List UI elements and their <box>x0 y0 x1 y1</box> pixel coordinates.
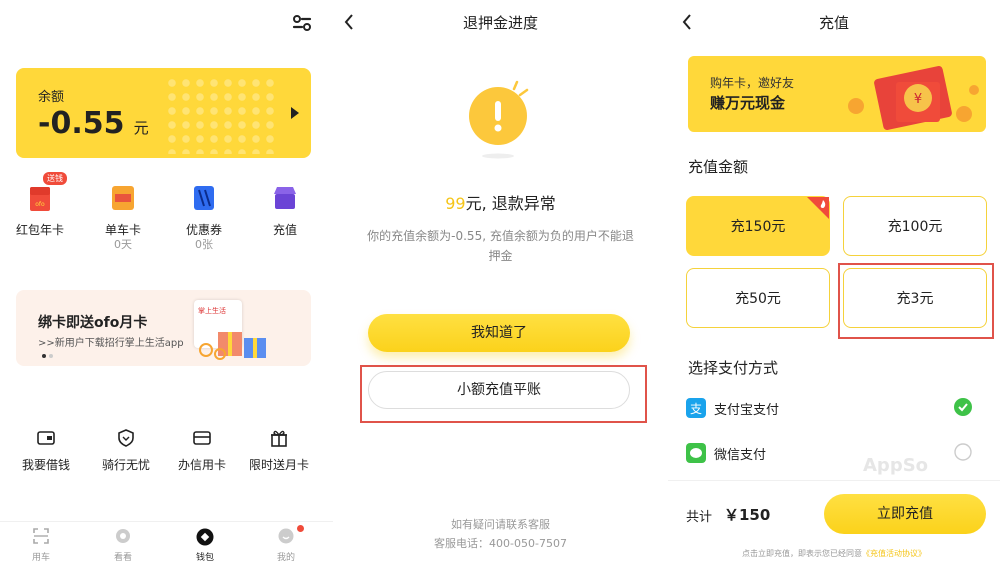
scan-icon <box>33 528 49 544</box>
gift-badge: 送钱 <box>43 172 67 185</box>
amount-option-150[interactable]: 充150元 <box>686 196 830 256</box>
red-envelope-illustration: ¥ <box>848 66 979 130</box>
action-borrow[interactable]: 我要借钱 <box>16 428 76 476</box>
action-label: 骑行无忧 <box>101 458 150 472</box>
pay-option-alipay[interactable]: 支 支付宝支付 <box>686 396 986 420</box>
divider <box>668 480 1000 481</box>
carousel-dot <box>49 354 53 358</box>
recharge-screen: 充值 购年卡，邀好友 赚万元现金 ¥ 充值金额 充150元 充100元 充50元… <box>668 0 1000 568</box>
pay-heading: 选择支付方式 <box>688 359 779 377</box>
shield-icon <box>118 429 134 447</box>
warning-icon <box>469 80 529 159</box>
page-title: 退押金进度 <box>462 14 538 32</box>
gift-boxes-illustration <box>199 332 266 360</box>
carousel-dot-active <box>42 354 46 358</box>
svg-text:¥: ¥ <box>914 92 922 107</box>
red-packet-icon: ofo <box>30 187 50 211</box>
tile-bike-card[interactable]: 单车卡 0天 <box>93 176 153 254</box>
notification-dot <box>297 525 304 532</box>
banner-line2: 赚万元现金 <box>710 94 786 112</box>
refund-status: 99元, 退款异常 <box>334 190 667 214</box>
page-title: 充值 <box>818 14 849 32</box>
refund-amount: 99 <box>445 194 466 213</box>
tile-label: 红包年卡 <box>15 223 64 237</box>
wallet-nav-icon <box>196 528 214 546</box>
tile-red-packet-card[interactable]: 送钱 ofo 红包年卡 <box>10 172 70 254</box>
chevron-right-icon <box>291 107 299 119</box>
wallet-screen: 余额 -0.55 元 送钱 ofo 红包年卡 单车卡 0天 优惠券 0张 充值 … <box>0 0 333 568</box>
nav-ride[interactable]: 用车 <box>21 528 61 564</box>
tile-recharge[interactable]: 充值 <box>255 176 315 254</box>
eye-icon <box>116 529 130 543</box>
banner-title: 绑卡即送ofo月卡 <box>38 315 148 331</box>
tile-sub: 0张 <box>195 238 213 251</box>
pay-label: 支付宝支付 <box>714 403 780 418</box>
nav-wallet[interactable]: 钱包 <box>185 528 225 564</box>
balance-value: -0.55 <box>38 106 125 141</box>
svg-text:支: 支 <box>690 402 702 416</box>
total-label: 共计 <box>686 510 713 525</box>
alipay-icon: 支 <box>686 398 706 418</box>
smile-icon <box>278 528 294 544</box>
gift-icon <box>271 430 287 447</box>
total-value: ￥150 <box>724 506 771 524</box>
action-ride-insurance[interactable]: 骑行无忧 <box>96 428 156 476</box>
bike-card-icon <box>112 186 134 210</box>
radio-unchecked-icon <box>954 443 972 461</box>
balance-label: 余额 <box>38 90 65 105</box>
pay-label: 微信支付 <box>714 448 767 463</box>
check-icon <box>954 398 972 416</box>
shop-icon <box>274 187 296 209</box>
nav-discover[interactable]: 看看 <box>103 528 143 564</box>
amount-option-100[interactable]: 充100元 <box>843 196 987 256</box>
credit-card-icon <box>193 431 211 445</box>
pay-option-wechat[interactable]: 微信支付 <box>686 441 986 465</box>
help-text: 如有疑问请联系客服 <box>451 518 550 531</box>
banner-line1: 购年卡，邀好友 <box>710 76 795 90</box>
promo-banner[interactable]: 购年卡，邀好友 赚万元现金 ¥ <box>688 56 986 132</box>
action-monthly-gift[interactable]: 限时送月卡 <box>249 428 309 476</box>
refund-screen: 退押金进度 99元, 退款异常 你的充值余额为-0.55, 充值余额为负的用户不… <box>334 0 667 568</box>
amount-heading: 充值金额 <box>688 158 749 176</box>
tile-sub: 0天 <box>114 238 132 251</box>
balance-card[interactable]: 余额 -0.55 元 <box>16 68 311 158</box>
wallet-icon <box>37 431 55 445</box>
agreement-link[interactable]: 《充值活动协议》 <box>862 549 926 558</box>
banner-subtitle: >>新用户下载招行掌上生活app <box>38 338 184 349</box>
wechat-icon <box>686 443 706 463</box>
tile-coupon[interactable]: 优惠券 0张 <box>174 176 234 254</box>
action-label: 办信用卡 <box>177 458 226 472</box>
coupon-icon <box>194 186 214 210</box>
nav-profile[interactable]: 我的 <box>266 525 306 564</box>
small-recharge-button[interactable]: 小额充值平账 <box>368 371 630 409</box>
amount-option-50[interactable]: 充50元 <box>686 268 830 328</box>
refund-description: 你的充值余额为-0.55, 充值余额为负的用户不能退押金 <box>367 229 634 263</box>
promo-banner[interactable]: 绑卡即送ofo月卡 >>新用户下载招行掌上生活app 掌上生活 <box>16 290 311 366</box>
highlight-box <box>838 263 994 339</box>
agreement-text: 点击立即充值，即表示您已经同意《充值活动协议》 <box>742 549 926 558</box>
refund-status-text: 元, 退款异常 <box>465 194 556 213</box>
tile-label: 充值 <box>272 223 297 237</box>
service-phone[interactable]: 客服电话：400-050-7507 <box>334 535 667 551</box>
balance-unit: 元 <box>133 119 149 137</box>
action-label: 限时送月卡 <box>249 458 310 472</box>
action-credit-card[interactable]: 办信用卡 <box>172 428 232 476</box>
action-label: 我要借钱 <box>21 458 70 472</box>
svg-text:ofo: ofo <box>35 201 45 208</box>
recharge-now-button[interactable]: 立即充值 <box>824 494 986 534</box>
i-know-button[interactable]: 我知道了 <box>368 314 630 352</box>
flame-icon <box>820 200 826 208</box>
watermark: AppSo <box>863 455 929 476</box>
settings-icon[interactable] <box>292 14 312 32</box>
